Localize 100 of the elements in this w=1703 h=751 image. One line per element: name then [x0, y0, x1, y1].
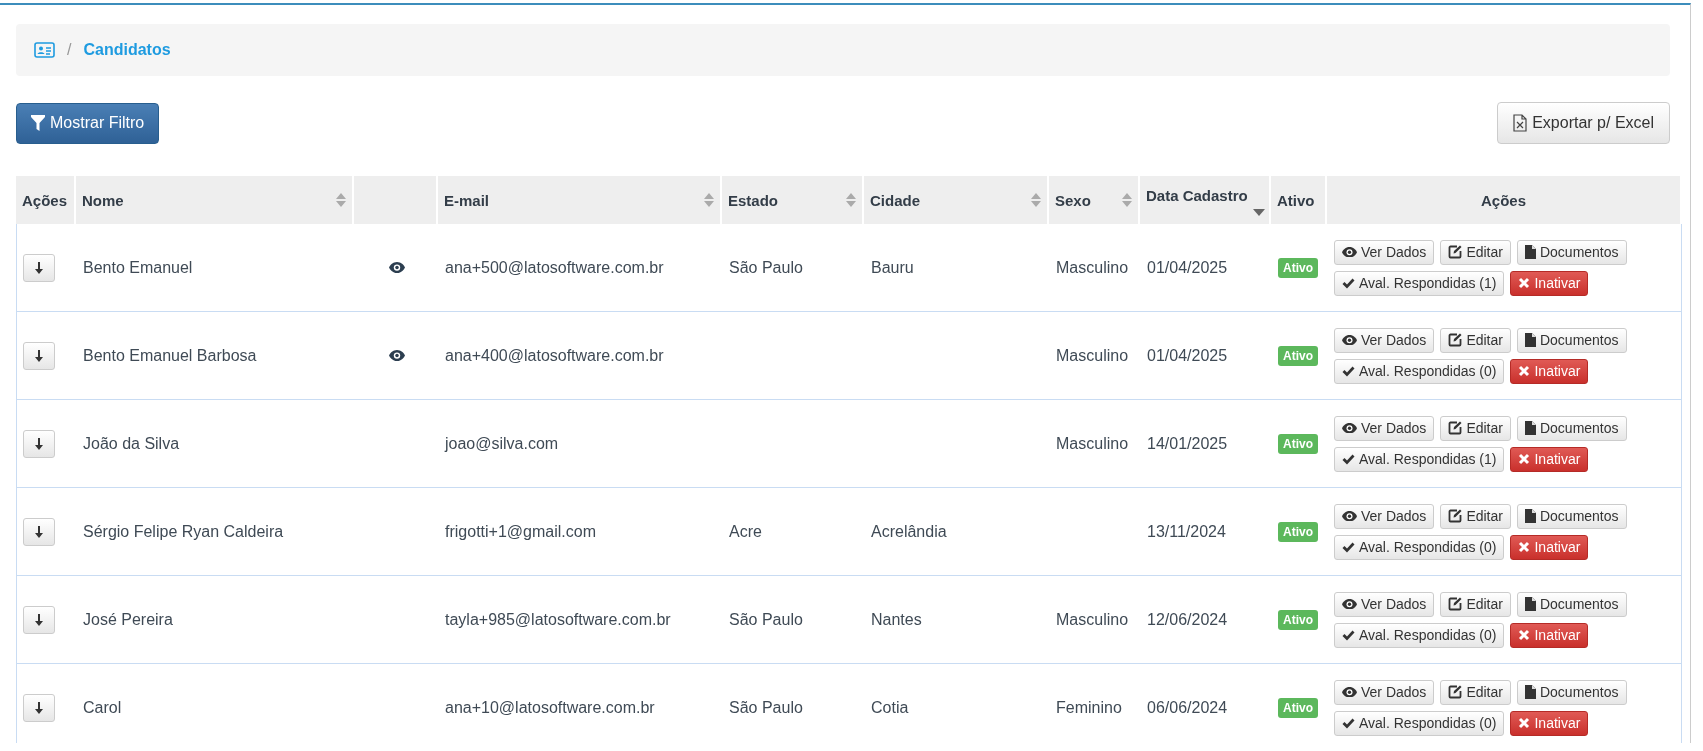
check-icon — [1342, 453, 1355, 465]
view-data-button[interactable]: Ver Dados — [1334, 591, 1435, 617]
documents-button[interactable]: Documentos — [1516, 239, 1627, 265]
close-icon — [1518, 717, 1531, 729]
status-badge: Ativo — [1278, 257, 1318, 278]
column-header[interactable]: Sexo — [1055, 191, 1091, 209]
column-header[interactable]: Estado — [728, 191, 778, 209]
state-cell: São Paulo — [729, 258, 803, 277]
column-header[interactable]: E-mail — [444, 191, 489, 209]
close-icon — [1518, 365, 1531, 377]
column-header: Ativo — [1277, 191, 1315, 209]
answered-evaluations-button[interactable]: Aval. Respondidas (1) — [1334, 446, 1505, 472]
name-cell: Sérgio Felipe Ryan Caldeira — [83, 522, 284, 541]
gender-cell: Masculino — [1056, 258, 1129, 277]
column-header[interactable]: Nome — [82, 191, 124, 209]
deactivate-button[interactable]: Inativar — [1510, 710, 1589, 736]
edit-button[interactable]: Editar — [1440, 679, 1511, 705]
down-arrow-icon — [34, 525, 44, 538]
answered-evaluations-button[interactable]: Aval. Respondidas (1) — [1334, 270, 1505, 296]
documents-button[interactable]: Documentos — [1516, 327, 1627, 353]
file-icon — [1524, 685, 1536, 699]
expand-button[interactable] — [23, 429, 55, 458]
name-cell: Bento Emanuel Barbosa — [83, 346, 257, 365]
deactivate-button[interactable]: Inativar — [1510, 358, 1589, 384]
email-cell: frigotti+1@gmail.com — [445, 522, 596, 541]
deactivate-button[interactable]: Inativar — [1510, 534, 1589, 560]
email-cell: joao@silva.com — [445, 434, 559, 453]
state-cell: São Paulo — [729, 698, 803, 717]
check-icon — [1342, 365, 1355, 377]
answered-evaluations-button[interactable]: Aval. Respondidas (0) — [1334, 710, 1505, 736]
date-cell: 01/04/2025 — [1147, 258, 1228, 277]
status-badge: Ativo — [1278, 433, 1318, 454]
answered-evaluations-button[interactable]: Aval. Respondidas (0) — [1334, 622, 1505, 648]
view-data-button[interactable]: Ver Dados — [1334, 679, 1435, 705]
email-cell: ana+400@latosoftware.com.br — [445, 346, 664, 365]
edit-icon — [1448, 245, 1463, 259]
expand-button[interactable] — [23, 341, 55, 370]
date-cell: 12/06/2024 — [1147, 610, 1228, 629]
id-card-icon — [34, 42, 55, 58]
check-icon — [1342, 541, 1355, 553]
email-cell: ana+500@latosoftware.com.br — [445, 258, 664, 277]
eye-icon — [1342, 598, 1357, 610]
expand-button[interactable] — [23, 517, 55, 546]
answered-evaluations-button[interactable]: Aval. Respondidas (0) — [1334, 534, 1505, 560]
status-badge: Ativo — [1278, 609, 1318, 630]
column-header[interactable]: Data Cadastro — [1146, 186, 1248, 204]
column-header: Ações — [22, 191, 68, 209]
state-cell: Acre — [729, 522, 762, 541]
city-cell: Cotia — [871, 698, 909, 717]
city-cell: Bauru — [871, 258, 914, 277]
expand-button[interactable] — [23, 605, 55, 634]
filter-icon — [31, 115, 45, 131]
close-icon — [1518, 277, 1531, 289]
status-badge: Ativo — [1278, 345, 1318, 366]
status-badge: Ativo — [1278, 521, 1318, 542]
file-icon — [1524, 333, 1536, 347]
eye-icon — [1342, 686, 1357, 698]
down-arrow-icon — [34, 701, 44, 714]
edit-button[interactable]: Editar — [1440, 503, 1511, 529]
edit-icon — [1448, 509, 1463, 523]
sort-desc-icon[interactable] — [1253, 209, 1265, 216]
check-icon — [1342, 717, 1355, 729]
status-badge: Ativo — [1278, 697, 1318, 718]
view-data-button[interactable]: Ver Dados — [1334, 415, 1435, 441]
expand-button[interactable] — [23, 693, 55, 722]
eye-icon — [389, 349, 405, 362]
edit-button[interactable]: Editar — [1440, 327, 1511, 353]
view-data-button[interactable]: Ver Dados — [1334, 327, 1435, 353]
documents-button[interactable]: Documentos — [1516, 415, 1627, 441]
answered-evaluations-button[interactable]: Aval. Respondidas (0) — [1334, 358, 1505, 384]
expand-button[interactable] — [23, 253, 55, 282]
file-icon — [1524, 597, 1536, 611]
edit-button[interactable]: Editar — [1440, 591, 1511, 617]
date-cell: 01/04/2025 — [1147, 346, 1228, 365]
view-data-button[interactable]: Ver Dados — [1334, 503, 1435, 529]
file-icon — [1524, 509, 1536, 523]
deactivate-button[interactable]: Inativar — [1510, 446, 1589, 472]
edit-button[interactable]: Editar — [1440, 415, 1511, 441]
name-cell: João da Silva — [83, 434, 180, 453]
eye-icon — [1342, 334, 1357, 346]
name-cell: Bento Emanuel — [83, 258, 193, 277]
file-icon — [1524, 421, 1536, 435]
documents-button[interactable]: Documentos — [1516, 679, 1627, 705]
file-icon — [1524, 245, 1536, 259]
close-icon — [1518, 629, 1531, 641]
name-cell: Carol — [83, 698, 122, 717]
down-arrow-icon — [34, 349, 44, 362]
column-header[interactable]: Cidade — [870, 191, 920, 209]
export-excel-button[interactable]: Exportar p/ Excel — [1497, 102, 1670, 144]
deactivate-button[interactable]: Inativar — [1510, 270, 1589, 296]
view-data-button[interactable]: Ver Dados — [1334, 239, 1435, 265]
edit-button[interactable]: Editar — [1440, 239, 1511, 265]
deactivate-button[interactable]: Inativar — [1510, 622, 1589, 648]
eye-icon — [389, 261, 405, 274]
down-arrow-icon — [34, 613, 44, 626]
documents-button[interactable]: Documentos — [1516, 591, 1627, 617]
documents-button[interactable]: Documentos — [1516, 503, 1627, 529]
date-cell: 14/01/2025 — [1147, 434, 1228, 453]
gender-cell: Masculino — [1056, 434, 1129, 453]
show-filter-button[interactable]: Mostrar Filtro — [16, 102, 160, 144]
